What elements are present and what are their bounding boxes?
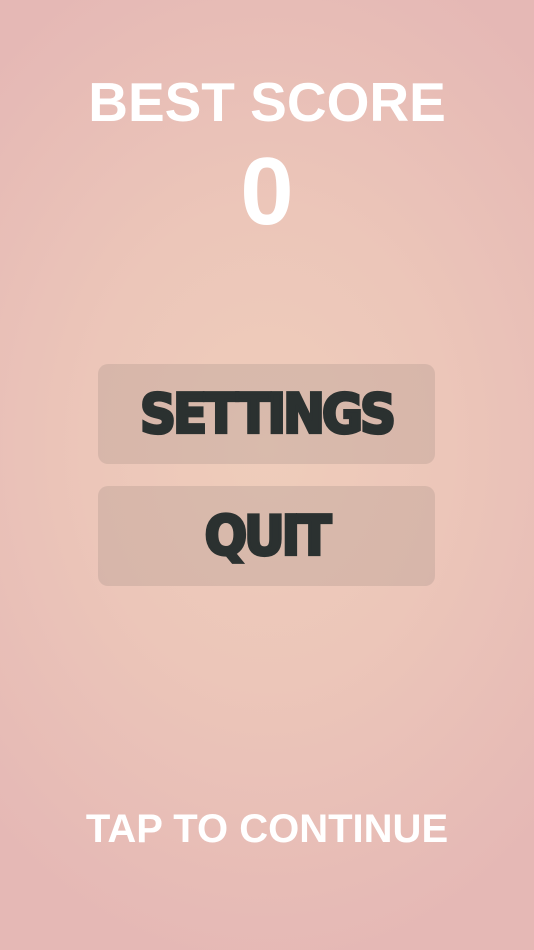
- game-menu-screen[interactable]: BEST SCORE 0 SETTINGS QUIT TAP TO CONTIN…: [0, 0, 534, 950]
- settings-button[interactable]: SETTINGS: [98, 364, 435, 464]
- quit-button[interactable]: QUIT: [98, 486, 435, 586]
- tap-to-continue-prompt[interactable]: TAP TO CONTINUE: [0, 806, 534, 852]
- settings-button-label: SETTINGS: [138, 381, 397, 447]
- best-score-title: BEST SCORE: [88, 71, 446, 133]
- best-score-value: 0: [240, 138, 294, 245]
- quit-button-label: QUIT: [203, 503, 333, 569]
